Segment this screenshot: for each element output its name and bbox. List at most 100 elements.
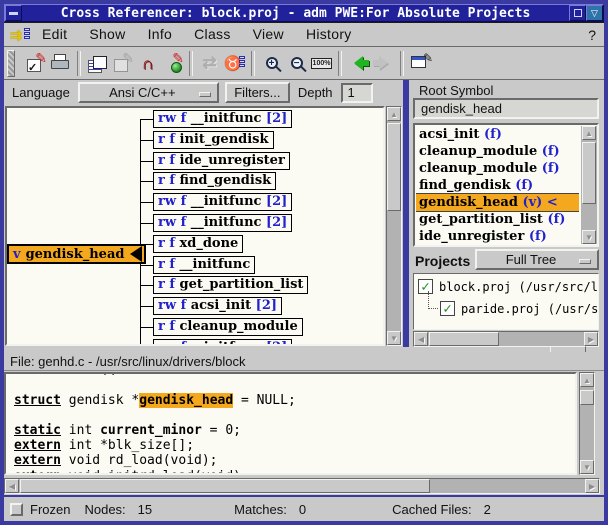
scroll-down-icon[interactable]: ▼ xyxy=(582,230,596,244)
symbol-name: gendisk_head xyxy=(419,195,518,210)
tree-vertical-scrollbar[interactable]: ▲ ▼ xyxy=(386,106,402,346)
filters-button[interactable]: Filters... xyxy=(225,82,290,103)
root-symbol-input[interactable]: gendisk_head xyxy=(413,98,599,119)
properties-button[interactable]: ✎ xyxy=(408,51,433,76)
code-line: extern void initrd_load(void); xyxy=(14,469,249,475)
scroll-right-icon[interactable]: ▶ xyxy=(585,479,599,493)
symbol-list-item[interactable]: cleanup_module (f) xyxy=(416,143,579,160)
highlight-button[interactable]: ✎ xyxy=(160,51,185,76)
tree-node[interactable]: r f ide_unregister xyxy=(153,152,290,170)
scroll-up-icon[interactable]: ▲ xyxy=(580,373,594,387)
tree-node-count: [2] xyxy=(266,194,287,209)
menu-item-info[interactable]: Info xyxy=(148,26,173,42)
tree-node[interactable]: rw f __initfunc [2] xyxy=(153,339,292,346)
tree-node[interactable]: r f xd_done xyxy=(153,235,243,253)
window-menu-button[interactable] xyxy=(5,5,22,21)
code-scrollbar-thumb[interactable] xyxy=(580,390,594,405)
symbol-list-scrollbar[interactable]: ▲ ▼ xyxy=(581,126,597,244)
scroll-left-icon[interactable]: ◀ xyxy=(414,332,428,346)
toolbar-separator xyxy=(400,51,404,76)
scroll-right-icon[interactable]: ▶ xyxy=(584,332,598,346)
crossref-tree-button[interactable]: ♉ xyxy=(222,51,247,76)
tree-node[interactable]: r f cleanup_module xyxy=(153,318,303,336)
projects-horizontal-scrollbar[interactable]: ◀ ▶ xyxy=(413,331,599,347)
tree-node-ref-type: rw f xyxy=(158,215,186,230)
language-dropdown[interactable]: Ansi C/C++ xyxy=(78,82,219,103)
tree-node[interactable]: rw f __initfunc [2] xyxy=(153,193,292,211)
project-name: paride.proj xyxy=(461,302,540,316)
history-forward-button[interactable] xyxy=(371,51,396,76)
project-item[interactable]: ✓paride.proj (/usr/src xyxy=(440,301,599,316)
tree-node[interactable]: r f __initfunc xyxy=(153,256,255,274)
tree-node[interactable]: rw f __initfunc [2] xyxy=(153,214,292,232)
zoom-out-button[interactable]: − xyxy=(284,51,309,76)
tree-node-name: __initfunc xyxy=(180,257,251,272)
zoom-in-button[interactable]: + xyxy=(259,51,284,76)
tree-connector-line xyxy=(140,306,153,307)
symbol-list-item[interactable]: find_gendisk (f) xyxy=(416,177,579,194)
language-label: Language xyxy=(12,85,70,100)
code-horizontal-scrollbar[interactable]: ◀ ▶ xyxy=(4,478,600,494)
titlebar[interactable]: Cross Referencer: block.proj - adm PWE:F… xyxy=(4,4,604,22)
code-vertical-scrollbar[interactable]: ▲ ▼ xyxy=(579,372,595,475)
menu-item-history[interactable]: History xyxy=(306,26,352,42)
cached-files-value: 2 xyxy=(484,502,491,517)
edit-note-button[interactable]: ✓✎ xyxy=(23,51,48,76)
crossref-flat-button[interactable]: ⇄ xyxy=(197,51,222,76)
projects-scrollbar-thumb[interactable] xyxy=(429,332,499,346)
code-text: extern xyxy=(14,438,61,453)
toolbar-separator xyxy=(251,51,255,76)
magnet-button[interactable]: ∩ xyxy=(135,51,160,76)
tree-node[interactable]: r f get_partition_list xyxy=(153,276,308,294)
maximize-button[interactable] xyxy=(569,5,586,21)
scroll-up-icon[interactable]: ▲ xyxy=(582,126,596,140)
project-view-dropdown[interactable]: Full Tree xyxy=(475,249,599,270)
tree-node-name: gendisk_head xyxy=(26,247,125,262)
toolbar-separator xyxy=(338,51,342,76)
tree-root-node-selected[interactable]: vgendisk_head xyxy=(7,244,146,264)
tree-node-ref-type: r f xyxy=(158,319,175,334)
project-name: block.proj xyxy=(439,280,511,294)
copy-button[interactable] xyxy=(85,51,110,76)
menu-item-show[interactable]: Show xyxy=(89,26,125,42)
scroll-down-icon[interactable]: ▼ xyxy=(580,460,594,474)
scroll-down-icon[interactable]: ▼ xyxy=(387,331,401,345)
symbol-kind: (f) xyxy=(542,144,560,159)
code-viewport: );struct gendisk *gendisk_head = NULL;st… xyxy=(4,372,577,475)
tree-node[interactable]: r f find_gendisk xyxy=(153,172,276,190)
print-button[interactable] xyxy=(48,51,73,76)
menu-item-view[interactable]: View xyxy=(253,26,284,42)
code-text: int xyxy=(61,423,100,438)
symbol-list-item[interactable]: cleanup_module (f) xyxy=(416,160,579,177)
tree-connector-line xyxy=(140,181,153,182)
project-item[interactable]: ✓block.proj (/usr/src/lin xyxy=(418,279,599,294)
symbol-list-item[interactable]: acsi_init (f) xyxy=(416,126,579,143)
file-header: File: genhd.c - /usr/src/linux/drivers/b… xyxy=(4,352,604,371)
symbol-list-item[interactable]: ide_unregister (f) xyxy=(416,228,579,244)
code-text: = 0; xyxy=(202,423,241,438)
window-shade-button[interactable]: ▽ xyxy=(586,5,603,21)
symbol-scrollbar-thumb[interactable] xyxy=(582,142,596,204)
tree-node-name: xd_done xyxy=(180,236,239,251)
tree-scrollbar-thumb[interactable] xyxy=(387,123,401,211)
zoom-out-icon: − xyxy=(284,51,309,76)
tree-node[interactable]: rw f __initfunc [2] xyxy=(153,110,292,128)
toolbar-grip-handle[interactable] xyxy=(7,50,15,77)
symbol-list-item[interactable]: get_partition_list (f) xyxy=(416,211,579,228)
menu-item-edit[interactable]: Edit xyxy=(42,26,67,42)
zoom-100-button[interactable]: 100% xyxy=(309,51,334,76)
frozen-checkbox[interactable] xyxy=(10,503,23,516)
edit-file-button[interactable]: ✎ xyxy=(110,51,135,76)
tree-node[interactable]: r f init_gendisk xyxy=(153,131,274,149)
history-back-button[interactable] xyxy=(346,51,371,76)
project-checkbox[interactable]: ✓ xyxy=(440,301,455,316)
menu-item-class[interactable]: Class xyxy=(194,26,231,42)
symbol-list-item[interactable]: gendisk_head (v) < xyxy=(416,194,579,211)
tree-node[interactable]: rw f acsi_init [2] xyxy=(153,297,282,315)
code-scrollbar-thumb[interactable] xyxy=(20,479,430,493)
scroll-up-icon[interactable]: ▲ xyxy=(387,107,401,121)
help-menu[interactable]: ? xyxy=(588,27,596,43)
depth-input[interactable]: 1 xyxy=(341,83,373,103)
current-symbol-marker: < xyxy=(547,195,558,210)
scroll-left-icon[interactable]: ◀ xyxy=(5,479,19,493)
